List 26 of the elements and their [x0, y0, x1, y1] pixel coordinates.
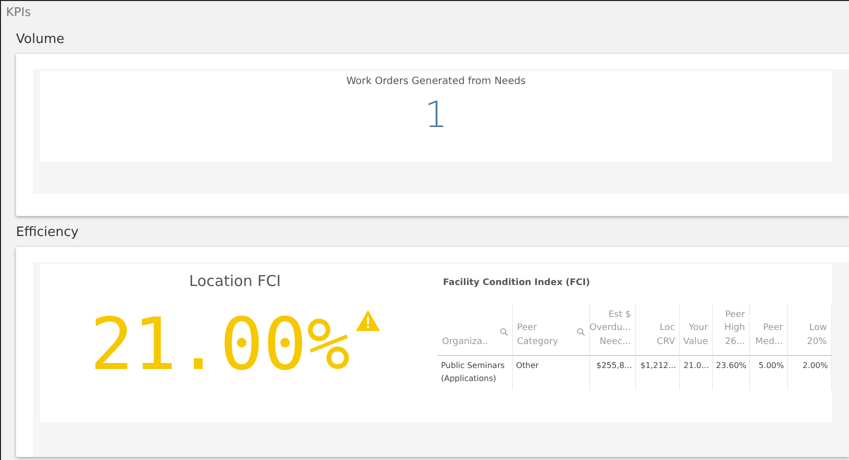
page-title: KPIs: [5, 4, 32, 21]
column-header[interactable]: Peer Category: [517, 322, 558, 349]
section-title: Volume: [15, 31, 66, 49]
kpi-value: 1: [424, 95, 448, 136]
kpi-title: Work Orders Generated from Needs: [346, 76, 526, 87]
search-icon[interactable]: [577, 328, 585, 336]
table-cell: 23.60%: [713, 356, 750, 390]
column-header[interactable]: Peer Med...: [755, 322, 783, 349]
column-header[interactable]: Low 20%: [806, 322, 827, 349]
column-header[interactable]: Loc CRV: [656, 322, 675, 349]
table-cell: Other: [513, 356, 590, 390]
column-header[interactable]: Peer High 26...: [724, 308, 745, 349]
column-header[interactable]: Your Value: [683, 322, 708, 349]
table-cell: 2.00%: [788, 356, 832, 390]
table-title: Facility Condition Index (FCI): [443, 278, 591, 290]
table-cell: 5.00%: [750, 356, 788, 390]
table-cell: Public Seminars (Applications): [438, 356, 513, 390]
table-cell: 21.0...: [680, 356, 713, 390]
table-cell: $1,212...: [636, 356, 680, 390]
section-title: Efficiency: [15, 224, 80, 242]
kpi-title: Location FCI: [189, 272, 281, 290]
column-header[interactable]: Est $ Overdu... Neec...: [590, 308, 631, 349]
kpi-value: 21.00%: [90, 308, 350, 380]
column-header[interactable]: Organiza..: [442, 336, 488, 349]
table-cell: $255,8...: [590, 356, 636, 390]
search-icon[interactable]: [500, 328, 508, 336]
